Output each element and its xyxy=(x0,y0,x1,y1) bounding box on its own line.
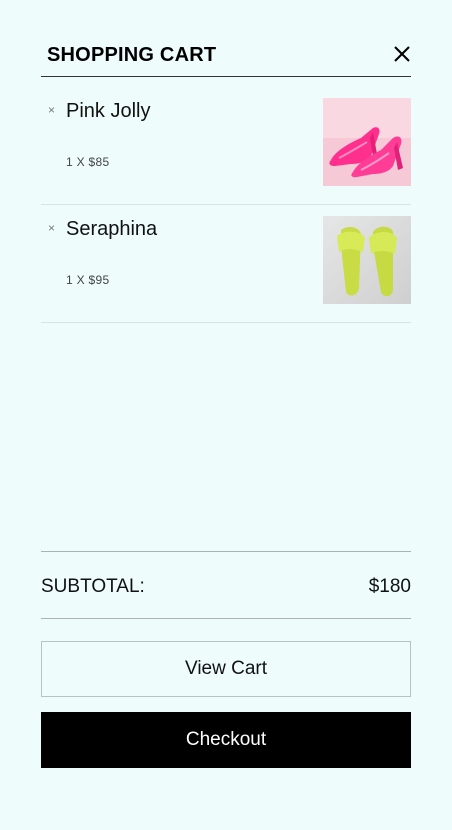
cart-panel: SHOPPING CART × Pink Jolly 1 X $85 × Ser… xyxy=(41,0,411,830)
cart-item: × Seraphina 1 X $95 xyxy=(41,205,411,323)
subtotal-row: SUBTOTAL: $180 xyxy=(41,551,411,619)
subtotal-value: $180 xyxy=(368,576,411,597)
remove-item-button[interactable]: × xyxy=(48,222,55,234)
view-cart-button[interactable]: View Cart xyxy=(41,641,411,697)
item-name[interactable]: Pink Jolly xyxy=(66,100,150,123)
yellow-sandals-thumbnail[interactable] xyxy=(323,216,411,304)
pink-heels-thumbnail[interactable] xyxy=(323,98,411,186)
item-qty-price: 1 X $85 xyxy=(66,155,110,169)
cart-item: × Pink Jolly 1 X $85 xyxy=(41,87,411,205)
remove-item-button[interactable]: × xyxy=(48,104,55,116)
cart-header: SHOPPING CART xyxy=(41,38,411,77)
checkout-button[interactable]: Checkout xyxy=(41,712,411,768)
subtotal-label: SUBTOTAL: xyxy=(41,576,145,597)
item-qty-price: 1 X $95 xyxy=(66,273,110,287)
item-name[interactable]: Seraphina xyxy=(66,218,157,241)
close-icon[interactable] xyxy=(393,45,411,63)
cart-title: SHOPPING CART xyxy=(47,44,217,66)
